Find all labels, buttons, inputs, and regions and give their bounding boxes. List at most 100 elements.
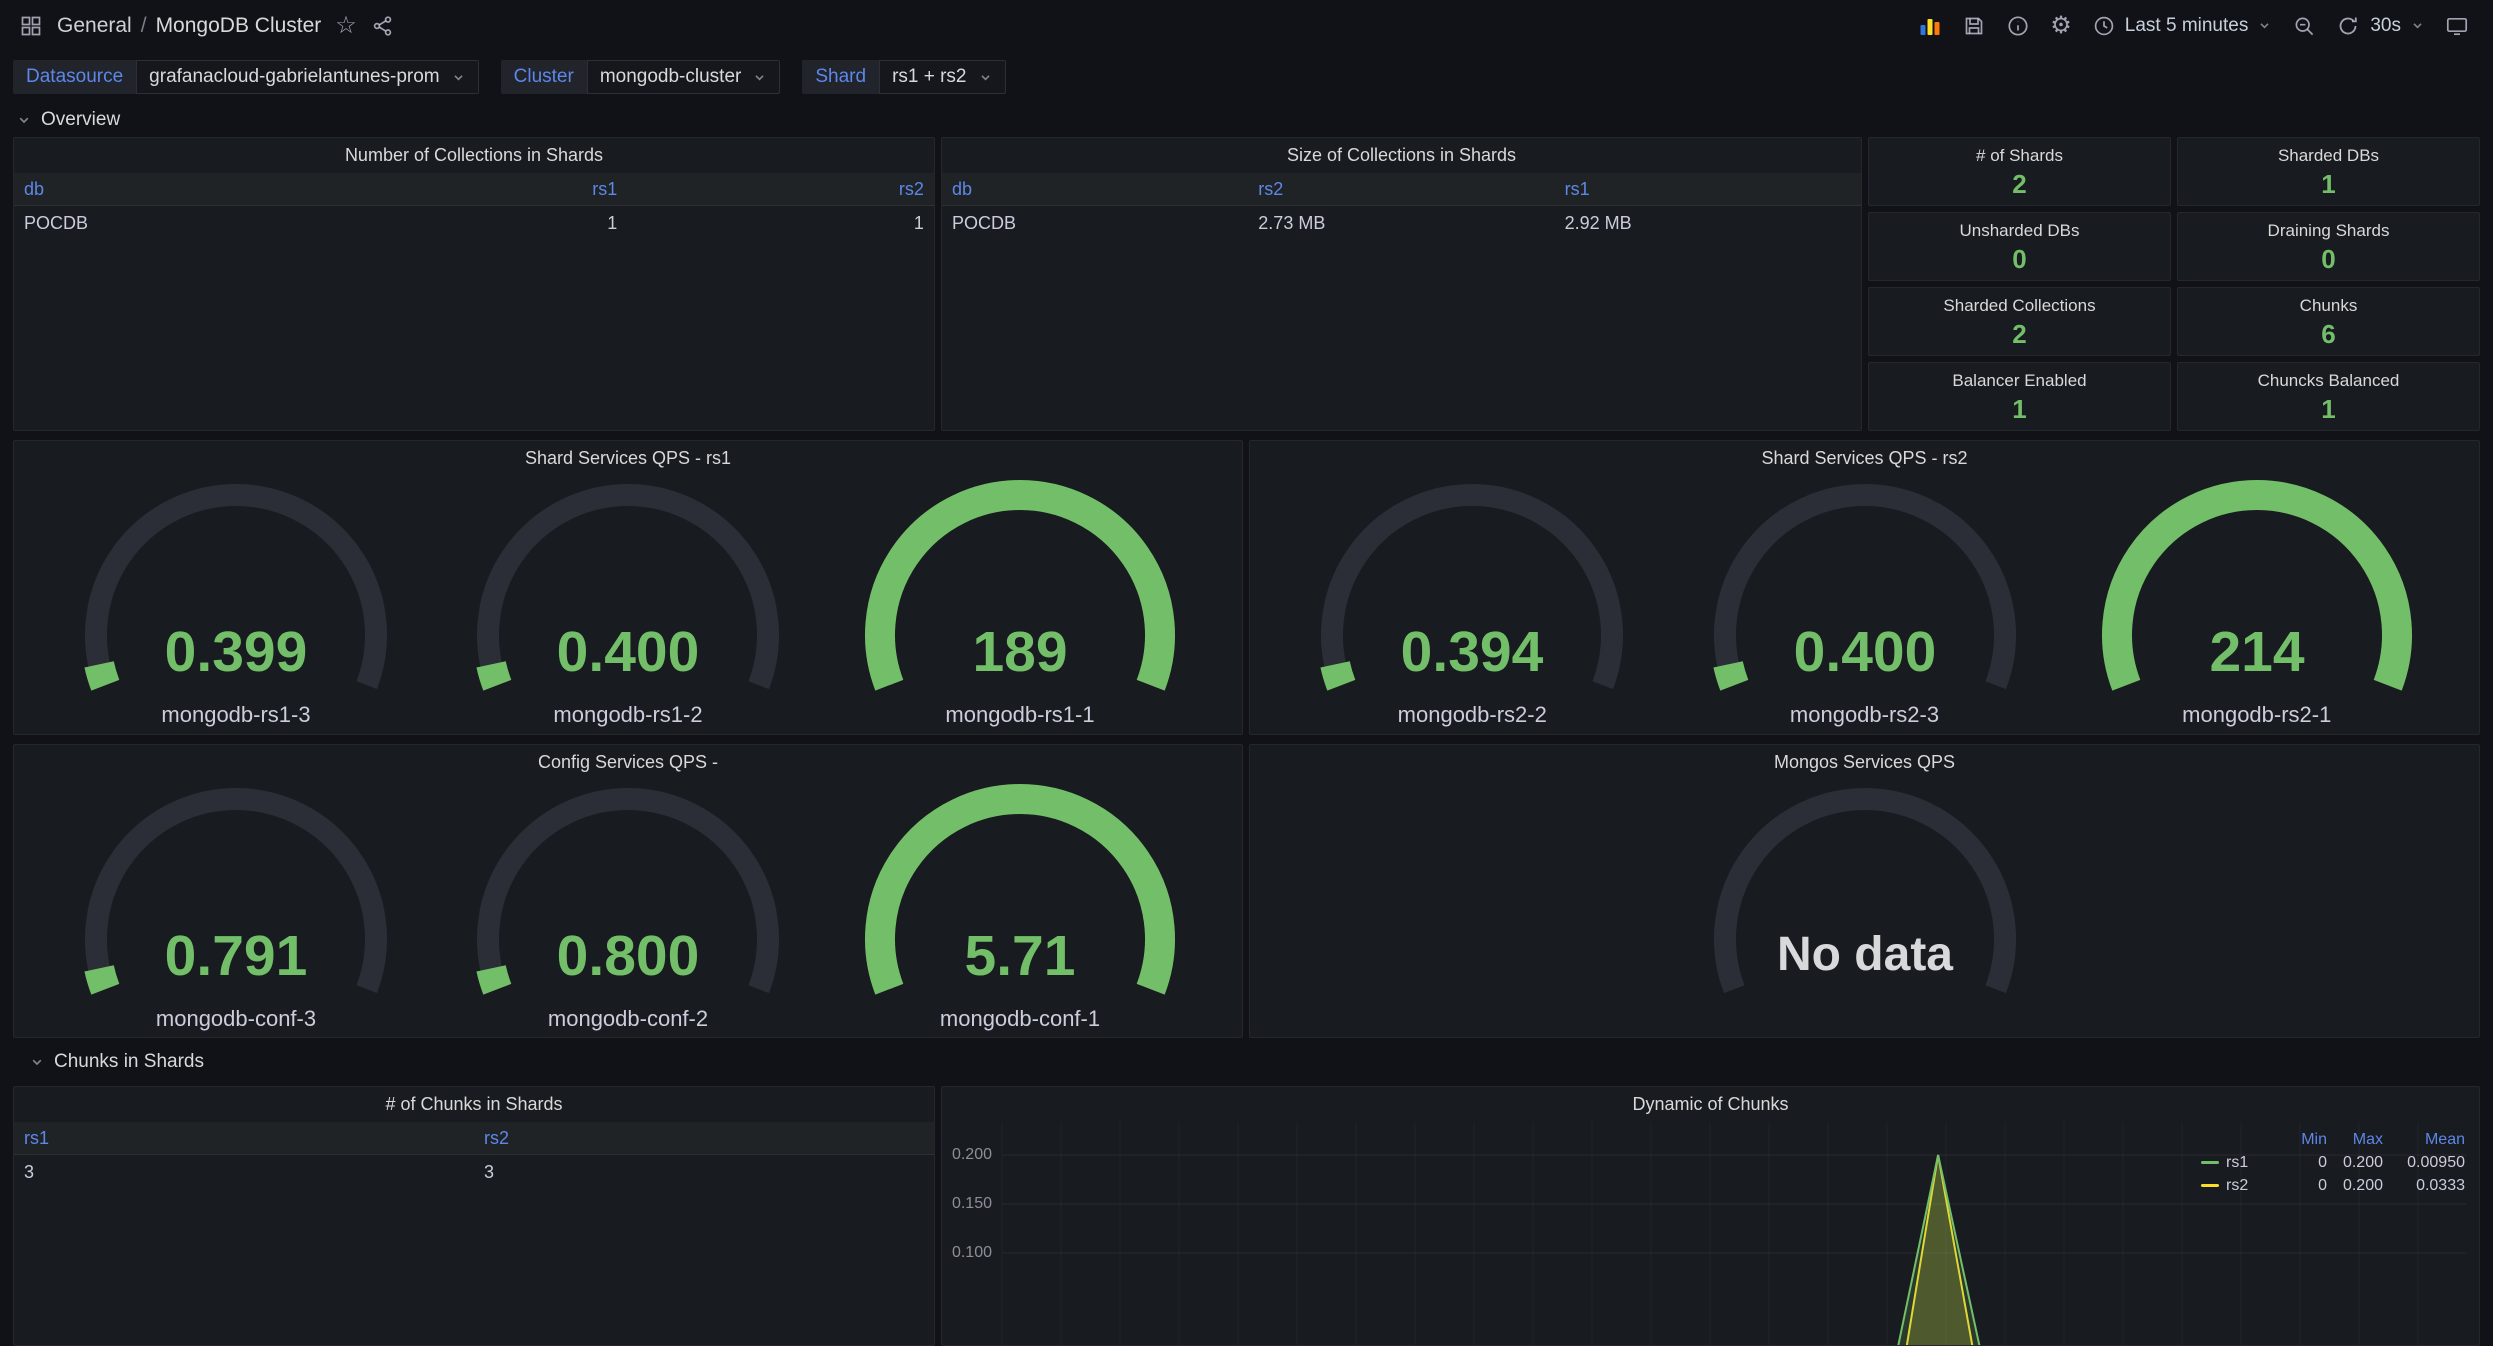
gauge-label: mongodb-rs2-1 [2182,702,2331,728]
tv-mode-icon[interactable] [2445,14,2469,38]
zoom-out-time-icon[interactable] [2292,14,2316,38]
column-header-db[interactable]: db [942,179,1248,200]
chart-legend: Min Max Mean rs1 0 0.200 0.00950 [2201,1128,2465,1197]
column-header-rs2[interactable]: rs2 [474,1128,934,1149]
panel-title[interactable]: Number of Collections in Shards [14,138,934,173]
row-header-chunks-in-shards[interactable]: Chunks in Shards [13,1038,2480,1086]
gauge-value: 5.71 [965,924,1076,988]
breadcrumb-folder[interactable]: General [57,14,132,38]
panel-title[interactable]: Draining Shards [2268,221,2390,241]
gauge-group: 0.394 mongodb-rs2-2 0.400 mongodb-rs2-3 … [1250,476,2479,728]
gauge-arc: 0.800 [458,782,798,1006]
gauge-arc: 0.400 [458,478,798,702]
refresh-controls: 30s [2336,14,2425,38]
stat-panel-chuncks-balanced: Chuncks Balanced 1 [2177,362,2480,431]
column-header-rs2[interactable]: rs2 [627,179,934,200]
legend-mean-value: 0.00950 [2383,1154,2465,1172]
panel-config-services-qps: Config Services QPS - 0.791 mongodb-conf… [13,744,1243,1038]
series-color-swatch [2201,1161,2219,1164]
stat-value: 1 [2012,394,2026,425]
column-header-rs1[interactable]: rs1 [14,1128,474,1149]
gauge-label: mongodb-conf-3 [156,1006,316,1032]
add-panel-icon[interactable] [1918,14,1942,38]
gauge-label: mongodb-rs1-2 [553,702,702,728]
panel-title[interactable]: Size of Collections in Shards [942,138,1861,173]
variable-label: Datasource [13,60,136,94]
stats-grid: # of Shards 2 Sharded DBs 1 Unsharded DB… [1868,137,2480,431]
gauge-no-data: No data [1695,782,2035,1006]
panel-title[interactable]: Sharded Collections [1943,296,2095,316]
refresh-icon[interactable] [2336,14,2360,38]
panel-title[interactable]: Sharded DBs [2278,146,2379,166]
legend-header-max[interactable]: Max [2327,1131,2383,1149]
legend-series-rs2[interactable]: rs2 [2201,1177,2271,1195]
column-header-rs1[interactable]: rs1 [321,179,628,200]
variable-value-dropdown[interactable]: grafanacloud-gabrielantunes-prom [136,60,478,94]
stat-panel-unsharded-dbs: Unsharded DBs 0 [1868,212,2171,281]
legend-header-mean[interactable]: Mean [2383,1131,2465,1149]
gauge: 189 mongodb-rs1-1 [850,478,1190,728]
legend-series-rs1[interactable]: rs1 [2201,1154,2271,1172]
time-range-picker[interactable]: Last 5 minutes [2092,14,2273,38]
table: db rs1 rs2 POCDB 1 1 [14,173,934,241]
gauge: 0.400 mongodb-rs2-3 [1695,478,2035,728]
table-header-row: db rs2 rs1 [942,173,1861,206]
gauge-group: 0.399 mongodb-rs1-3 0.400 mongodb-rs1-2 … [14,476,1242,728]
stat-panel-draining-shards: Draining Shards 0 [2177,212,2480,281]
column-header-db[interactable]: db [14,179,321,200]
no-data-text: No data [1776,928,1952,981]
stat-panel-num-shards: # of Shards 2 [1868,137,2171,206]
panel-title[interactable]: Shard Services QPS - rs1 [14,441,1242,476]
panel-title[interactable]: # of Shards [1976,146,2063,166]
dashboards-grid-icon[interactable] [19,14,43,38]
breadcrumb-dashboard-title[interactable]: MongoDB Cluster [156,14,322,38]
table-row: POCDB 2.73 MB 2.92 MB [942,206,1861,241]
panel-title[interactable]: Dynamic of Chunks [942,1087,2479,1122]
panel-title[interactable]: Mongos Services QPS [1250,745,2479,780]
column-header-rs1[interactable]: rs1 [1555,179,1861,200]
chevron-down-icon [2410,18,2425,33]
variable-datasource: Datasource grafanacloud-gabrielantunes-p… [13,60,479,94]
breadcrumb: General / MongoDB Cluster [57,14,321,38]
gauge: 0.800 mongodb-conf-2 [458,782,798,1032]
variable-label: Shard [802,60,879,94]
favorite-star-icon[interactable]: ☆ [335,11,357,40]
chevron-down-icon [451,70,466,85]
variable-cluster: Cluster mongodb-cluster [501,60,781,94]
panel-title[interactable]: Balancer Enabled [1952,371,2086,391]
row-header-overview[interactable]: Overview [0,103,2493,137]
gauge: 0.400 mongodb-rs1-2 [458,478,798,728]
panel-title[interactable]: # of Chunks in Shards [14,1087,934,1122]
panel-shard-services-qps-rs2: Shard Services QPS - rs2 0.394 mongodb-r… [1249,440,2480,735]
stat-panel-sharded-collections: Sharded Collections 2 [1868,287,2171,356]
panel-title[interactable]: Config Services QPS - [14,745,1242,780]
dashboard-insights-icon[interactable] [2006,14,2030,38]
panel-title[interactable]: Unsharded DBs [1959,221,2079,241]
stat-value: 1 [2321,169,2335,200]
share-icon[interactable] [371,14,395,38]
panel-shard-services-qps-rs1: Shard Services QPS - rs1 0.399 mongodb-r… [13,440,1243,735]
column-header-rs2[interactable]: rs2 [1248,179,1554,200]
gauge-arc: 5.71 [850,782,1190,1006]
variable-value-dropdown[interactable]: mongodb-cluster [587,60,781,94]
table: db rs2 rs1 POCDB 2.73 MB 2.92 MB [942,173,1861,241]
gauge-arc: 0.791 [66,782,406,1006]
panel-title[interactable]: Shard Services QPS - rs2 [1250,441,2479,476]
gauge-value: 0.791 [165,924,308,988]
save-dashboard-icon[interactable] [1962,14,1986,38]
y-axis-tick: 0.150 [944,1196,992,1212]
stat-value: 2 [2012,319,2026,350]
refresh-interval-dropdown[interactable]: 30s [2370,15,2425,37]
dashboard-settings-gear-icon[interactable]: ⚙ [2050,14,2072,38]
time-range-label: Last 5 minutes [2125,15,2249,37]
table-row: 3 3 [14,1155,934,1190]
stat-value: 1 [2321,394,2335,425]
panel-title[interactable]: Chuncks Balanced [2258,371,2400,391]
panel-title[interactable]: Chunks [2300,296,2358,316]
row-title: Chunks in Shards [54,1051,204,1073]
legend-header-min[interactable]: Min [2271,1131,2327,1149]
variable-value: mongodb-cluster [600,66,742,88]
chevron-down-icon [29,1054,45,1070]
variable-value-dropdown[interactable]: rs1 + rs2 [879,60,1005,94]
top-nav-bar: General / MongoDB Cluster ☆ ⚙ Last 5 min… [0,0,2493,51]
